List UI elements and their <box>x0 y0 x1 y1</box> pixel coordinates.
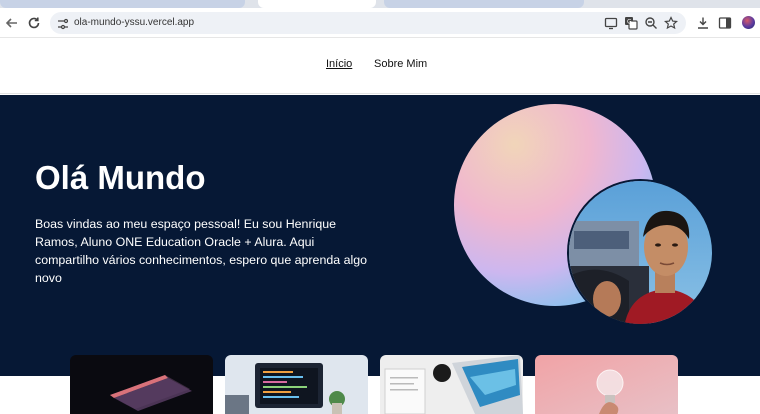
nav-link-sobre-mim[interactable]: Sobre Mim <box>374 58 427 70</box>
cast-icon[interactable] <box>604 16 618 30</box>
url-text[interactable]: ola-mundo-yssu.vercel.app <box>74 12 194 34</box>
browser-tab-strip <box>0 0 760 8</box>
reload-icon[interactable] <box>25 14 43 32</box>
hero-title: Olá Mundo <box>35 159 206 196</box>
hero-section: Olá Mundo Boas vindas ao meu espaço pess… <box>0 95 760 376</box>
side-panel-icon[interactable] <box>718 16 732 30</box>
project-card[interactable] <box>535 355 678 414</box>
back-arrow-icon[interactable] <box>3 14 21 32</box>
project-card[interactable] <box>70 355 213 414</box>
browser-tab-active[interactable] <box>258 0 376 8</box>
site-header: Início Sobre Mim <box>0 38 760 94</box>
download-icon[interactable] <box>696 16 710 30</box>
bookmark-star-icon[interactable] <box>663 16 679 30</box>
profile-avatar[interactable] <box>742 16 755 29</box>
site-settings-icon[interactable] <box>57 17 69 30</box>
nav-link-inicio[interactable]: Início <box>326 58 352 70</box>
browser-tab[interactable] <box>0 0 245 8</box>
profile-photo <box>567 179 714 326</box>
address-bar[interactable]: ola-mundo-yssu.vercel.app G <box>50 12 686 34</box>
project-card[interactable] <box>225 355 368 414</box>
hero-description: Boas vindas ao meu espaço pessoal! Eu so… <box>35 217 367 285</box>
svg-text:G: G <box>627 19 632 26</box>
browser-toolbar: ola-mundo-yssu.vercel.app G <box>0 8 760 38</box>
project-card[interactable] <box>380 355 523 414</box>
zoom-icon[interactable] <box>644 16 658 30</box>
browser-tab[interactable] <box>384 0 584 8</box>
translate-icon[interactable]: G <box>624 16 638 30</box>
